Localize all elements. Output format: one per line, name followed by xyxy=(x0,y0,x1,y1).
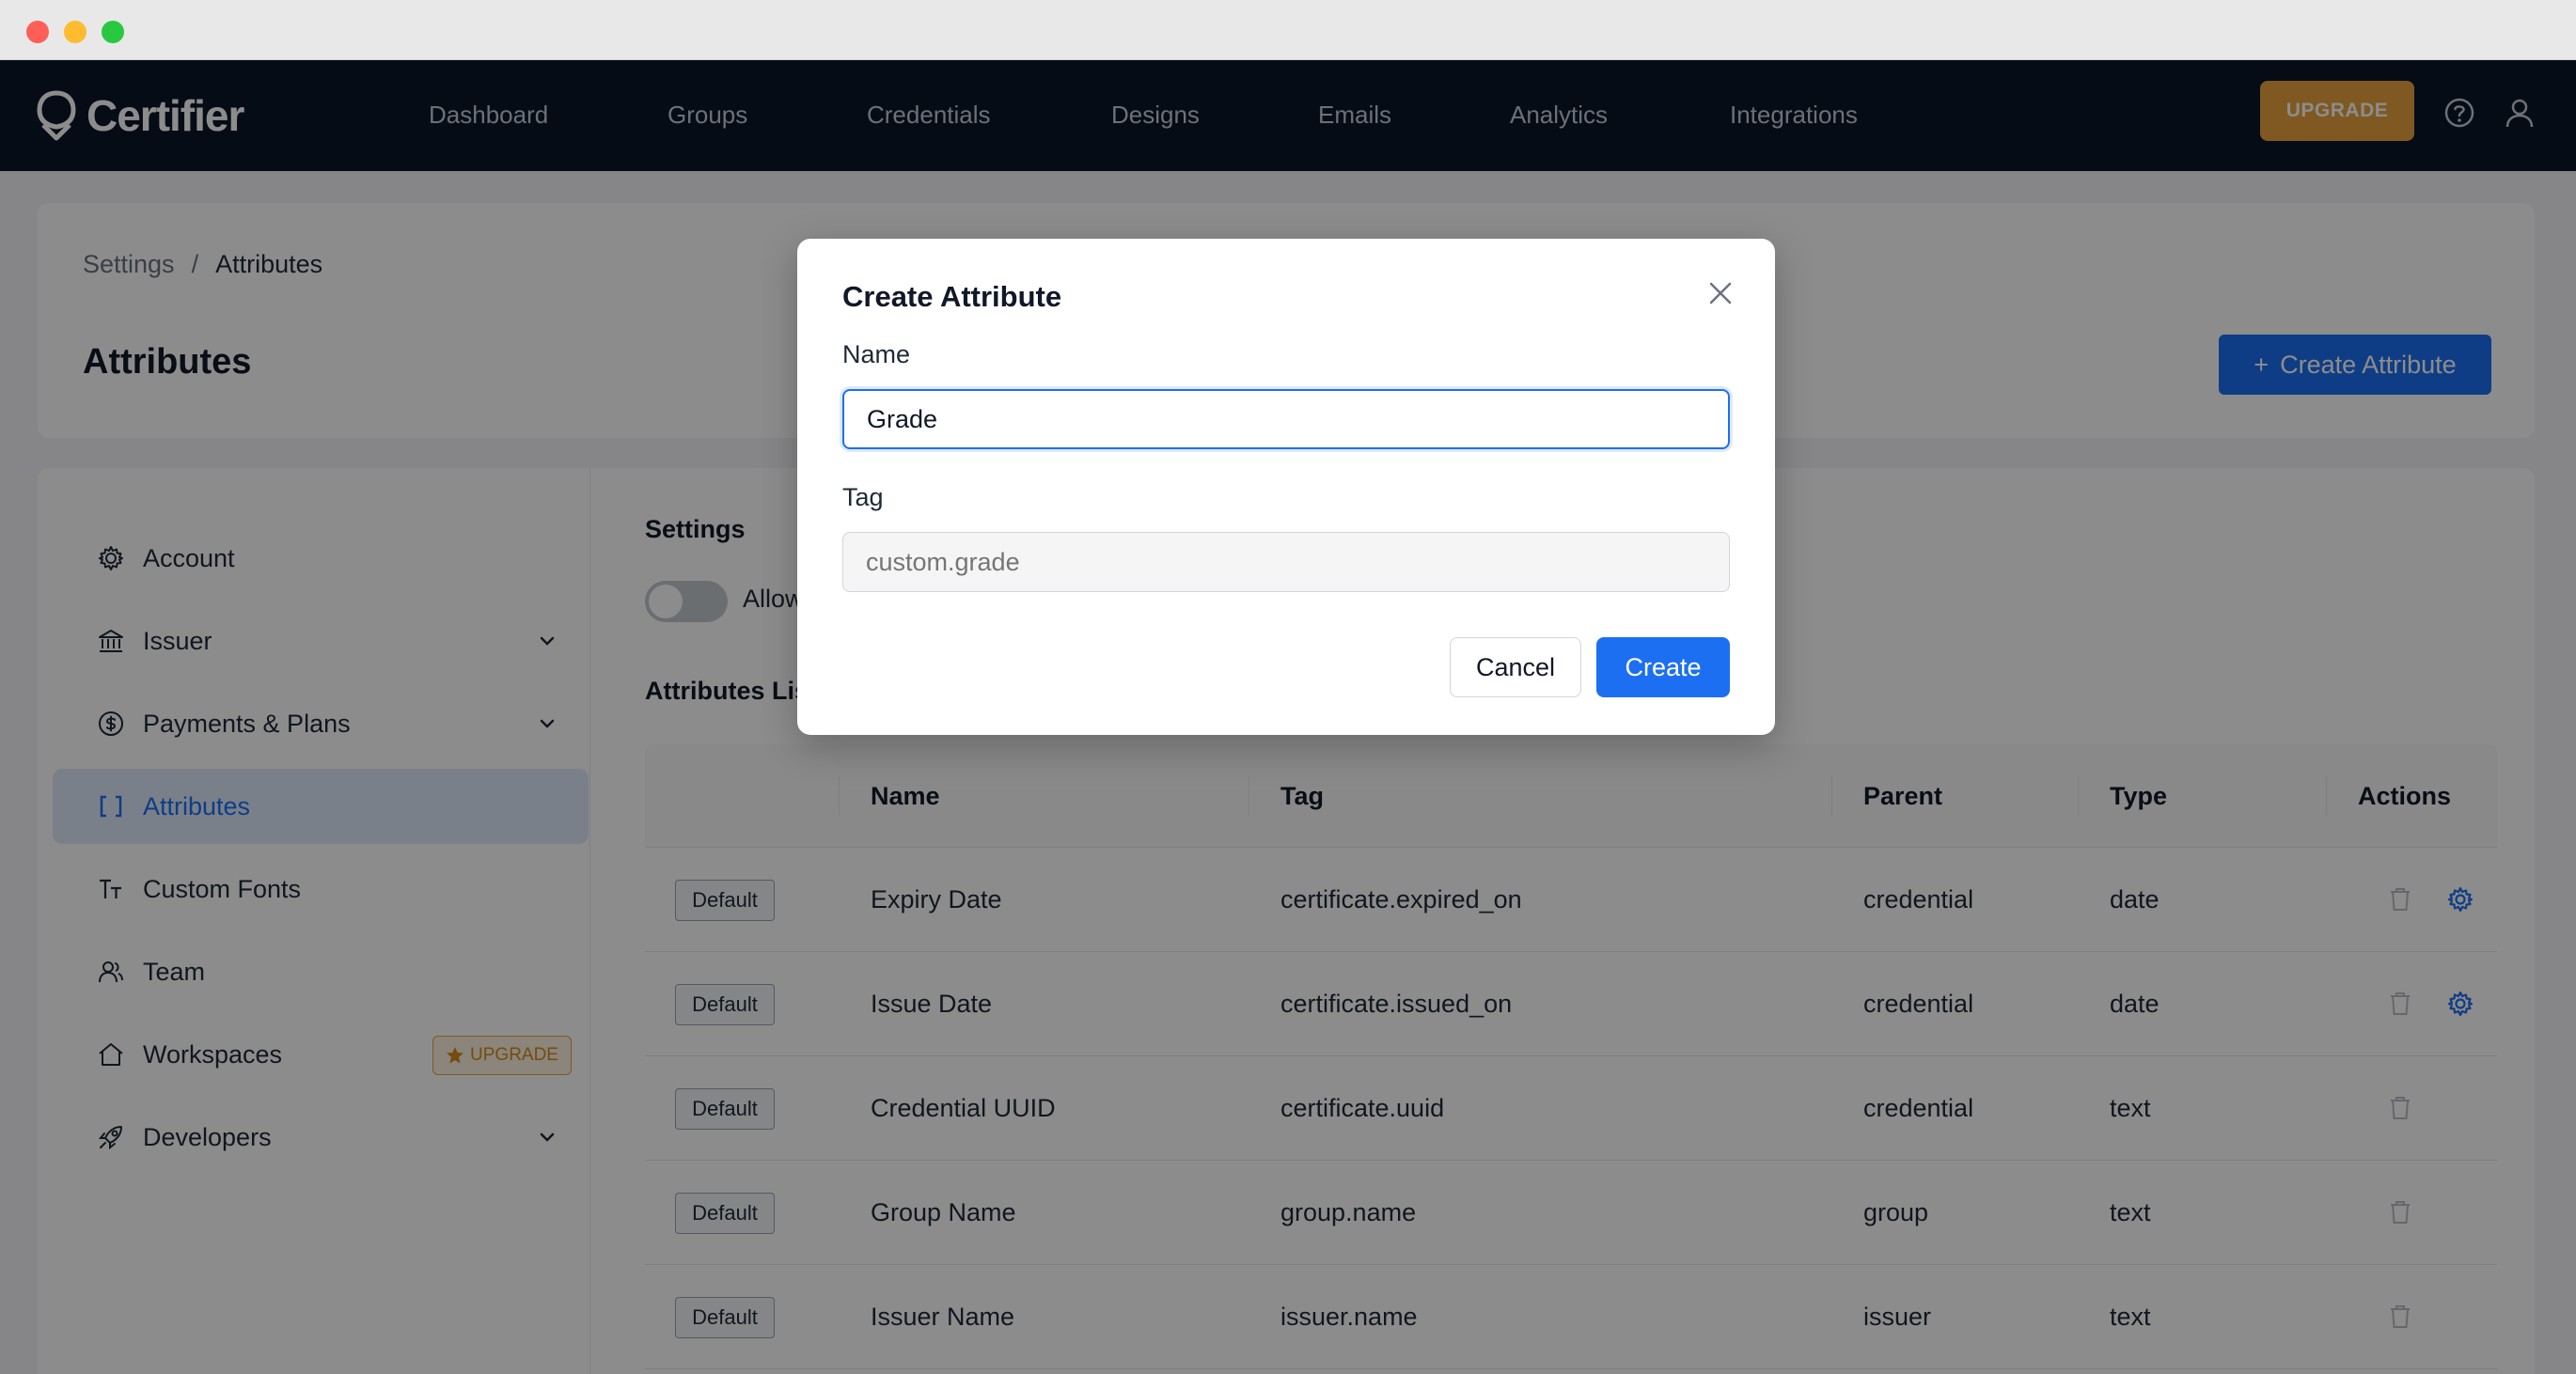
name-field-label: Name xyxy=(842,340,911,368)
cancel-button[interactable]: Cancel xyxy=(1450,637,1581,697)
minimize-window-button[interactable] xyxy=(64,21,86,43)
window-chrome xyxy=(0,0,2576,60)
create-attribute-modal: Create Attribute Name Tag Cancel Create xyxy=(797,239,1775,735)
create-button[interactable]: Create xyxy=(1596,637,1730,697)
close-icon[interactable] xyxy=(1700,273,1741,314)
tag-field-label: Tag xyxy=(842,483,884,511)
close-window-button[interactable] xyxy=(26,21,49,43)
tag-input[interactable] xyxy=(842,532,1730,592)
name-input[interactable] xyxy=(842,389,1730,449)
maximize-window-button[interactable] xyxy=(102,21,124,43)
modal-title: Create Attribute xyxy=(842,280,1062,313)
